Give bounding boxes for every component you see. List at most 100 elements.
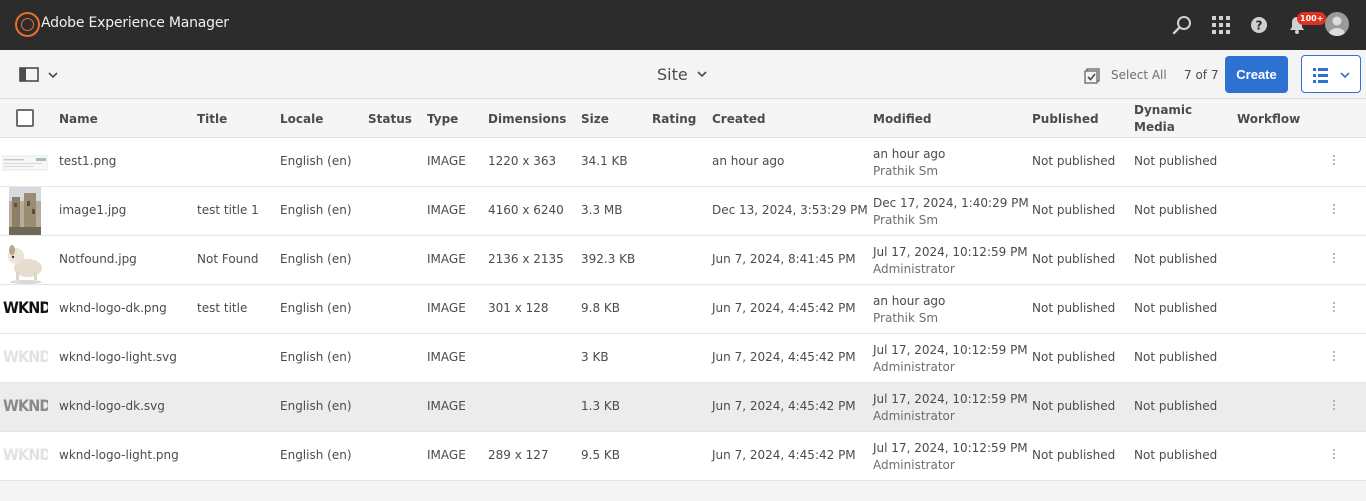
search-icon[interactable] bbox=[1172, 14, 1194, 36]
more-actions-icon[interactable] bbox=[1332, 253, 1336, 267]
asset-name-link[interactable]: test1.png bbox=[59, 154, 116, 168]
wknd-light-logo[interactable]: WKND bbox=[2, 334, 48, 382]
shell-header: Adobe Experience Manager ? 100+ bbox=[0, 0, 1366, 50]
asset-modified-by: Prathik Sm bbox=[873, 311, 939, 325]
asset-modified: Jul 17, 2024, 10:12:59 PM bbox=[873, 343, 1028, 357]
asset-size: 392.3 KB bbox=[581, 252, 636, 266]
asset-dynamic-media-status: Not published bbox=[1134, 252, 1218, 266]
more-actions-icon[interactable] bbox=[1332, 449, 1336, 463]
column-header-rating[interactable]: Rating bbox=[652, 112, 696, 126]
asset-locale: English (en) bbox=[280, 350, 352, 364]
asset-created: Jun 7, 2024, 4:45:42 PM bbox=[712, 350, 856, 364]
asset-type: IMAGE bbox=[427, 301, 466, 315]
asset-type: IMAGE bbox=[427, 252, 466, 266]
svg-text:?: ? bbox=[1256, 19, 1263, 33]
asset-created: an hour ago bbox=[712, 154, 785, 168]
rail-toggle-icon[interactable] bbox=[19, 67, 59, 83]
column-header-type[interactable]: Type bbox=[427, 112, 458, 126]
building-photo-thumbnail[interactable] bbox=[2, 187, 48, 235]
asset-dynamic-media-status: Not published bbox=[1134, 399, 1218, 413]
context-title[interactable]: Site bbox=[657, 65, 688, 84]
dog-photo-thumbnail[interactable] bbox=[2, 236, 48, 284]
chevron-down-icon[interactable] bbox=[697, 70, 707, 78]
column-header-dimensions[interactable]: Dimensions bbox=[488, 112, 566, 126]
asset-created: Jun 7, 2024, 8:41:45 PM bbox=[712, 252, 856, 266]
asset-type: IMAGE bbox=[427, 399, 466, 413]
asset-dimensions: 1220 x 363 bbox=[488, 154, 557, 168]
view-switcher-button[interactable] bbox=[1301, 55, 1361, 93]
asset-published-status: Not published bbox=[1032, 399, 1116, 413]
asset-published-status: Not published bbox=[1032, 350, 1116, 364]
column-header-size[interactable]: Size bbox=[581, 112, 609, 126]
asset-dynamic-media-status: Not published bbox=[1134, 154, 1218, 168]
asset-name-link[interactable]: wknd-logo-light.png bbox=[59, 448, 179, 462]
select-all-icon[interactable] bbox=[1084, 68, 1100, 84]
wknd-logo-text: WKND bbox=[3, 298, 48, 317]
asset-locale: English (en) bbox=[280, 252, 352, 266]
asset-dynamic-media-status: Not published bbox=[1134, 350, 1218, 364]
column-header-title[interactable]: Title bbox=[197, 112, 227, 126]
asset-size: 9.8 KB bbox=[581, 301, 620, 315]
asset-modified-by: Administrator bbox=[873, 360, 955, 374]
asset-name-link[interactable]: wknd-logo-dk.png bbox=[59, 301, 167, 315]
asset-name-link[interactable]: wknd-logo-dk.svg bbox=[59, 399, 165, 413]
more-actions-icon[interactable] bbox=[1332, 204, 1336, 218]
select-all-button[interactable]: Select All bbox=[1111, 68, 1167, 82]
asset-type: IMAGE bbox=[427, 154, 466, 168]
help-icon[interactable]: ? bbox=[1248, 14, 1270, 36]
action-bar: Site Select All 7 of 7 bbox=[0, 50, 1366, 99]
asset-modified: an hour ago bbox=[873, 294, 946, 308]
asset-locale: English (en) bbox=[280, 203, 352, 217]
asset-name-link[interactable]: Notfound.jpg bbox=[59, 252, 137, 266]
aem-logo-icon[interactable] bbox=[15, 12, 40, 37]
user-avatar-icon bbox=[1329, 16, 1345, 36]
asset-dynamic-media-status: Not published bbox=[1134, 203, 1218, 217]
column-header-created[interactable]: Created bbox=[712, 112, 765, 126]
asset-size: 3 KB bbox=[581, 350, 609, 364]
column-header-workflow[interactable]: Workflow bbox=[1237, 112, 1300, 126]
asset-modified: Jul 17, 2024, 10:12:59 PM bbox=[873, 392, 1028, 406]
list-view-icon bbox=[1313, 68, 1350, 83]
table-row[interactable]: WKND wknd-logo-light.png English (en) IMAGE… bbox=[0, 432, 1366, 481]
column-header-published[interactable]: Published bbox=[1032, 112, 1099, 126]
wknd-dark-logo[interactable]: WKND bbox=[2, 285, 48, 333]
table-row[interactable]: WKND wknd-logo-light.svg English (en) IMAGE… bbox=[0, 334, 1366, 383]
solutions-grid-icon[interactable] bbox=[1210, 14, 1232, 36]
column-header-dynamic-media-line2[interactable]: Media bbox=[1134, 120, 1175, 134]
more-actions-icon[interactable] bbox=[1332, 302, 1336, 316]
wknd-dark-logo[interactable]: WKND bbox=[2, 383, 48, 431]
asset-dimensions: 4160 x 6240 bbox=[488, 203, 564, 217]
asset-modified-by: Prathik Sm bbox=[873, 164, 939, 178]
asset-locale: English (en) bbox=[280, 154, 352, 168]
column-header-locale[interactable]: Locale bbox=[280, 112, 323, 126]
table-row[interactable]: image1.jpg test title 1 English (en) IMAGE 4… bbox=[0, 187, 1366, 236]
column-header-name[interactable]: Name bbox=[59, 112, 98, 126]
more-actions-icon[interactable] bbox=[1332, 155, 1336, 169]
select-all-checkbox[interactable] bbox=[16, 109, 34, 127]
wknd-light-logo[interactable]: WKND bbox=[2, 432, 48, 480]
asset-modified-by: Administrator bbox=[873, 262, 955, 276]
asset-dynamic-media-status: Not published bbox=[1134, 448, 1218, 462]
screenshot-thumbnail[interactable] bbox=[2, 138, 48, 186]
user-avatar[interactable] bbox=[1325, 12, 1349, 36]
asset-modified-by: Administrator bbox=[873, 458, 955, 472]
asset-name-link[interactable]: image1.jpg bbox=[59, 203, 126, 217]
more-actions-icon[interactable] bbox=[1332, 400, 1336, 414]
asset-created: Jun 7, 2024, 4:45:42 PM bbox=[712, 301, 856, 315]
asset-name-link[interactable]: wknd-logo-light.svg bbox=[59, 350, 177, 364]
table-row[interactable]: test1.png English (en) IMAGE 1220 x 363 34.1… bbox=[0, 138, 1366, 187]
create-button[interactable]: Create bbox=[1225, 56, 1288, 93]
more-actions-icon[interactable] bbox=[1332, 351, 1336, 365]
asset-size: 34.1 KB bbox=[581, 154, 628, 168]
app-title[interactable]: Adobe Experience Manager bbox=[41, 15, 229, 31]
asset-published-status: Not published bbox=[1032, 448, 1116, 462]
table-row[interactable]: WKND wknd-logo-dk.svg English (en) IMAGE 1.3… bbox=[0, 383, 1366, 432]
asset-size: 9.5 KB bbox=[581, 448, 620, 462]
table-row[interactable]: WKND wknd-logo-dk.png test title English (e… bbox=[0, 285, 1366, 334]
column-header-dynamic-media-line1[interactable]: Dynamic bbox=[1134, 103, 1192, 117]
asset-published-status: Not published bbox=[1032, 252, 1116, 266]
column-header-status[interactable]: Status bbox=[368, 112, 412, 126]
column-header-modified[interactable]: Modified bbox=[873, 112, 932, 126]
asset-locale: English (en) bbox=[280, 448, 352, 462]
table-row[interactable]: Notfound.jpg Not Found English (en) IMAGE 21… bbox=[0, 236, 1366, 285]
